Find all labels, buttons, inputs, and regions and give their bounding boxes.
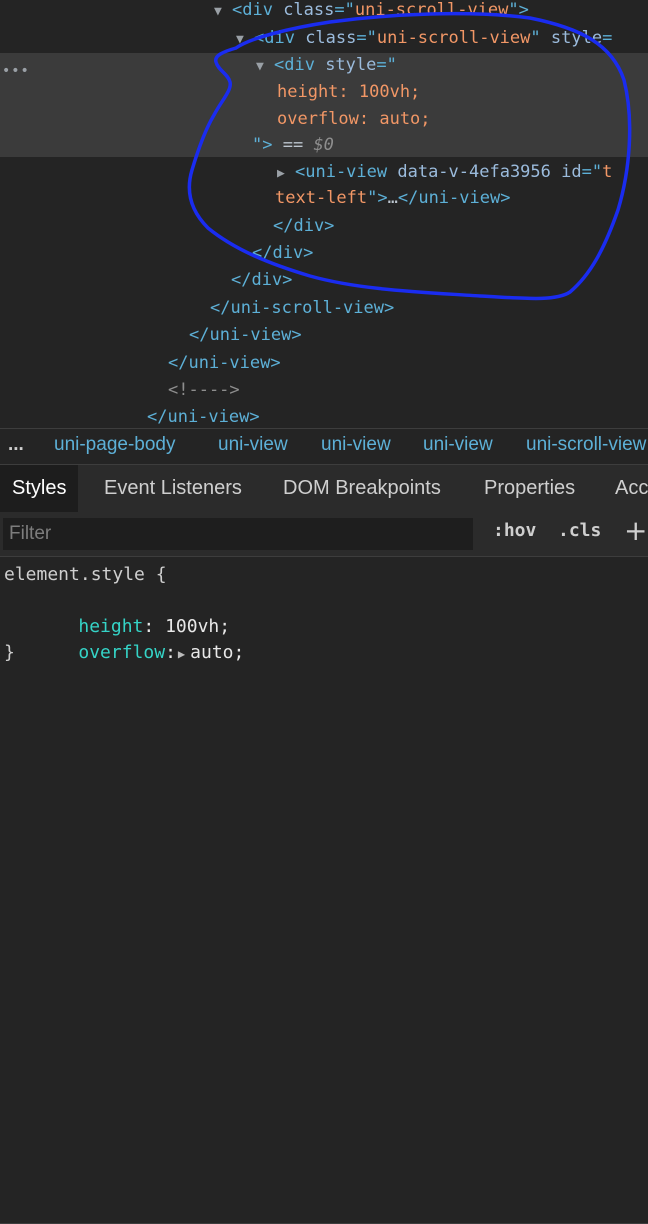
filter-input[interactable] xyxy=(3,518,473,550)
dom-node-line[interactable]: </div> xyxy=(252,240,313,267)
dom-token: $0 xyxy=(313,135,334,155)
dom-node-line[interactable]: text-left">…</uni-view> xyxy=(275,185,510,212)
tab-styles[interactable]: Styles xyxy=(0,465,79,512)
dom-token: <uni-view xyxy=(295,162,398,182)
dom-token: class xyxy=(305,28,357,48)
dom-token: <div xyxy=(254,28,306,48)
tab-event-listeners[interactable]: Event Listeners xyxy=(104,465,242,512)
dom-token: =" xyxy=(356,28,377,48)
dom-token: </div> xyxy=(231,270,293,290)
node-actions-gutter[interactable]: ••• xyxy=(2,58,30,86)
dom-token: "> xyxy=(252,135,273,155)
dom-node-line[interactable]: ▶ <uni-view data-v-4efa3956 id="t xyxy=(277,159,612,186)
breadcrumb-item-uni-view[interactable]: uni-view xyxy=(321,434,391,456)
dom-token: class xyxy=(283,0,335,20)
tab-properties[interactable]: Properties xyxy=(484,465,575,512)
dom-token: <div xyxy=(232,0,284,20)
style-property-name[interactable]: overflow xyxy=(78,642,165,663)
breadcrumb-ellipsis[interactable]: ... xyxy=(8,434,24,456)
dom-token: =" xyxy=(376,55,397,75)
style-property-value[interactable]: auto xyxy=(190,642,233,663)
dom-token: </uni-view> xyxy=(147,407,260,427)
class-toggle[interactable]: .cls xyxy=(558,520,601,541)
dom-token: </uni-view> xyxy=(397,188,511,208)
dom-token: =" xyxy=(334,0,355,20)
dom-node-line[interactable]: </div> xyxy=(273,213,334,240)
dom-token: = xyxy=(602,28,613,48)
collapse-triangle-icon[interactable]: ▼ xyxy=(214,0,232,26)
dom-node-line[interactable]: </uni-scroll-view> xyxy=(210,295,394,322)
breadcrumb-item-uni-scroll-view[interactable]: uni-scroll-view xyxy=(526,434,646,456)
tab-dom-breakpoints[interactable]: DOM Breakpoints xyxy=(283,465,441,512)
dom-token: uni-scroll-view xyxy=(354,0,509,20)
dom-token: t xyxy=(602,162,613,182)
dom-node-line[interactable]: ▼ <div class="uni-scroll-view"> xyxy=(214,0,529,24)
dom-token: style xyxy=(550,28,603,48)
dom-token: =" xyxy=(581,162,603,182)
dom-token: </div> xyxy=(252,243,314,263)
dom-token: <div xyxy=(274,55,326,75)
expand-triangle-icon[interactable]: ▶ xyxy=(277,160,295,188)
dom-node-line[interactable]: <!----> xyxy=(168,377,240,404)
styles-pane: element.style { height: 100vh; overflow:… xyxy=(0,557,648,1224)
dom-node-line[interactable]: ▼ <div class="uni-scroll-view" style= xyxy=(236,25,612,52)
breadcrumb-item-uni-page-body[interactable]: uni-page-body xyxy=(54,434,175,456)
dom-token: … xyxy=(387,188,398,208)
expand-value-icon[interactable]: ▶ xyxy=(176,647,190,661)
dom-breadcrumb: ... uni-page-body uni-view uni-view uni-… xyxy=(0,428,648,464)
sidebar-tabs: Styles Event Listeners DOM Breakpoints P… xyxy=(0,464,648,513)
collapse-triangle-icon[interactable]: ▼ xyxy=(236,26,254,54)
tab-accessibility[interactable]: Acc xyxy=(615,465,648,512)
style-property-row[interactable]: overflow: ▶ auto; xyxy=(35,614,244,693)
dom-node-line[interactable]: </uni-view> xyxy=(147,404,260,428)
hover-state-toggle[interactable]: :hov xyxy=(493,520,536,541)
dom-token: uni-scroll-view xyxy=(376,28,531,48)
dom-token: text-left xyxy=(275,188,368,208)
dom-token: data-v-4efa3956 id xyxy=(397,162,582,182)
dom-token: " xyxy=(530,28,551,48)
dom-node-line[interactable]: ▼ <div style=" xyxy=(256,52,397,79)
style-rule-selector: element.style { xyxy=(4,564,167,585)
breadcrumb-item-uni-view[interactable]: uni-view xyxy=(423,434,493,456)
dom-token: </uni-scroll-view> xyxy=(210,298,395,318)
dom-token: </div> xyxy=(273,216,335,236)
dom-token: == xyxy=(272,135,314,155)
collapse-triangle-icon[interactable]: ▼ xyxy=(256,53,274,81)
breadcrumb-item-uni-view[interactable]: uni-view xyxy=(218,434,288,456)
dom-token: </uni-view> xyxy=(168,353,281,373)
dom-node-line[interactable]: overflow: auto; xyxy=(277,106,431,133)
dom-node-line[interactable]: </div> xyxy=(231,267,292,294)
dom-token: height: 100vh; xyxy=(277,82,421,102)
style-rule-close: } xyxy=(4,642,15,663)
styles-toolbar: :hov .cls + xyxy=(0,512,648,557)
dom-token: overflow: auto; xyxy=(277,109,431,129)
dom-token: style xyxy=(325,55,377,75)
dom-token: "> xyxy=(508,0,529,20)
dom-token: "> xyxy=(367,188,388,208)
dom-node-line[interactable]: </uni-view> xyxy=(189,322,302,349)
dom-token: <!----> xyxy=(168,380,240,400)
new-style-rule-button[interactable]: + xyxy=(624,514,647,547)
dom-node-line[interactable]: height: 100vh; xyxy=(277,79,420,106)
elements-tree-panel: ••• ▼ <div class="uni-scroll-view"> ▼ <div … xyxy=(0,0,648,428)
dom-node-line[interactable]: "> == $0 xyxy=(252,132,334,159)
dom-node-line[interactable]: </uni-view> xyxy=(168,350,281,377)
dom-token: </uni-view> xyxy=(189,325,302,345)
